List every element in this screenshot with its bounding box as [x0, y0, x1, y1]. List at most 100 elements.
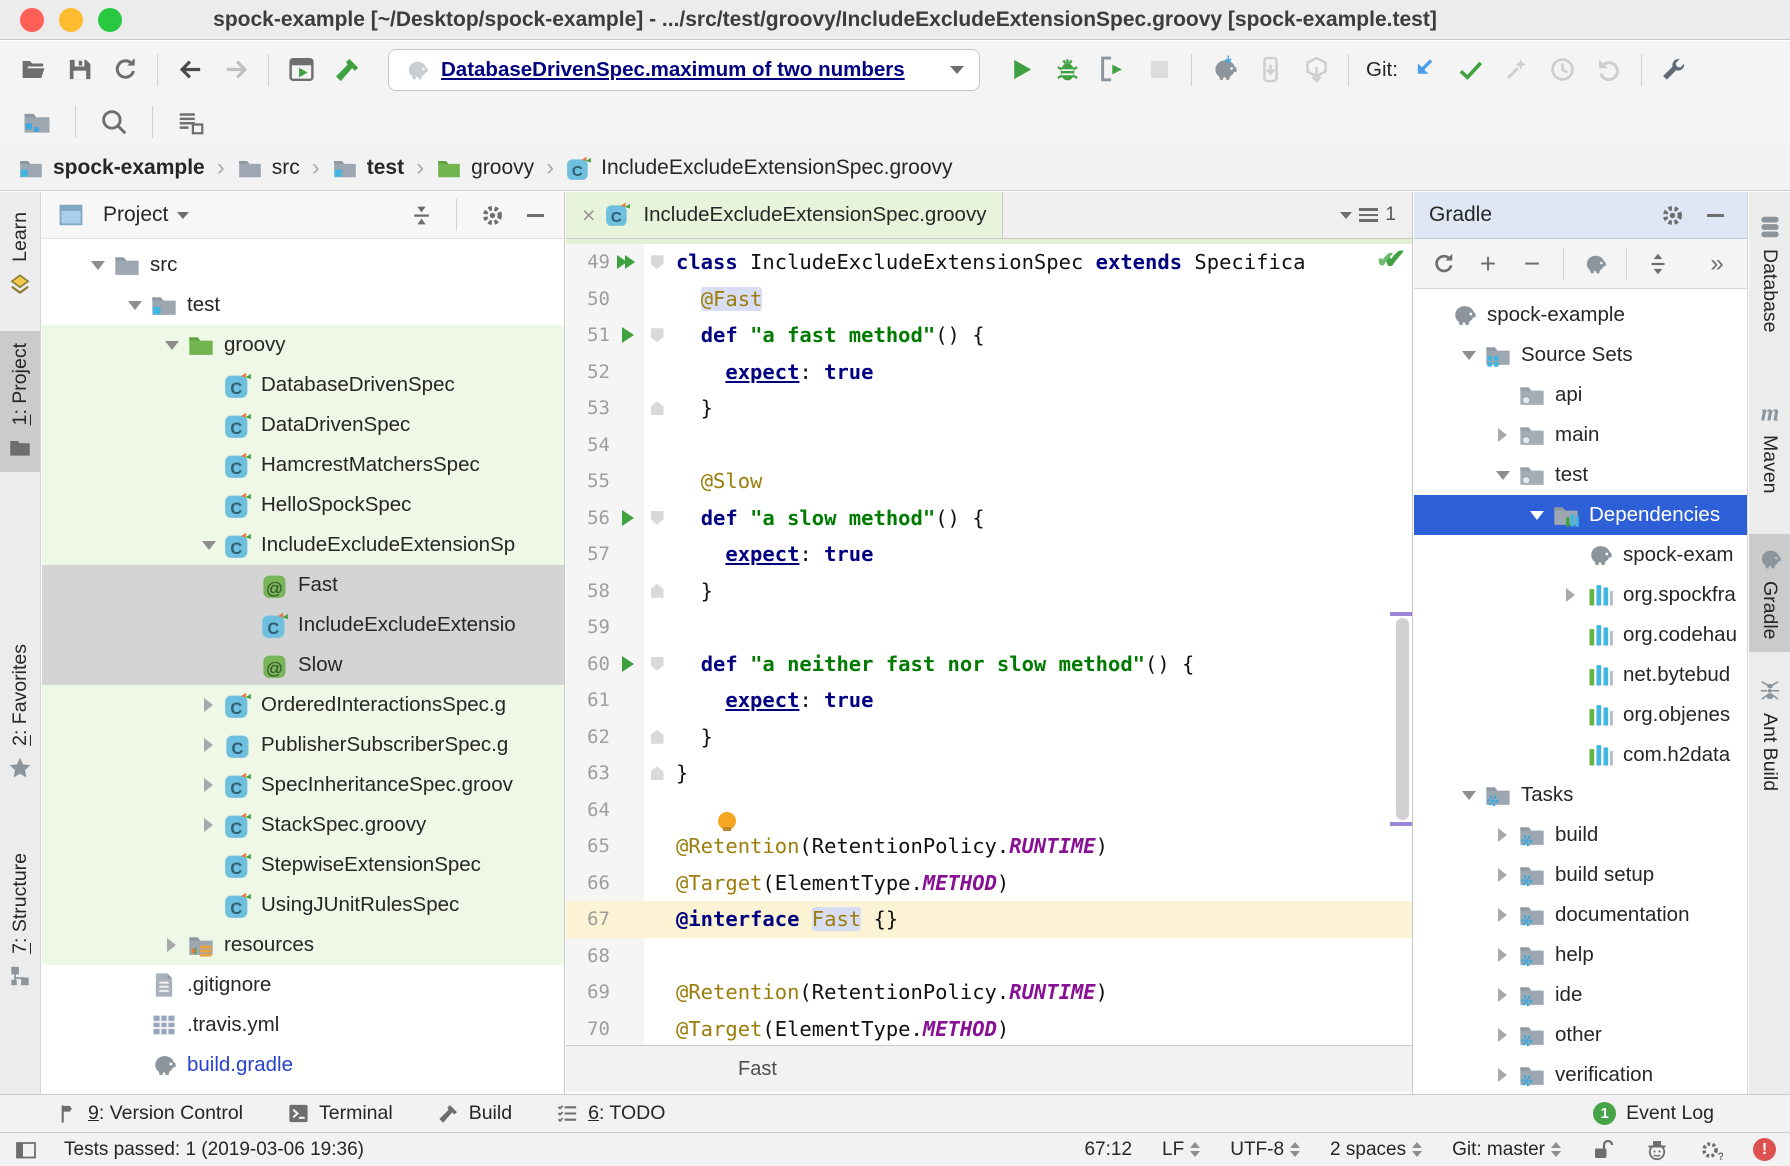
git-update-button[interactable] [1402, 48, 1448, 92]
project-tree-row[interactable]: CHamcrestMatchersSpec [42, 445, 564, 485]
gradle-tree-row[interactable]: help [1414, 935, 1747, 975]
line-ending-widget[interactable]: LF [1162, 1139, 1200, 1161]
sync-button[interactable] [1422, 243, 1466, 285]
code-line[interactable]: 65@Retention(RetentionPolicy.RUNTIME) [566, 828, 1412, 865]
play-button[interactable] [998, 48, 1044, 92]
tree-closed-arrow-icon[interactable] [1490, 823, 1515, 848]
code-line[interactable]: 69@Retention(RetentionPolicy.RUNTIME) [566, 974, 1412, 1011]
project-tree-row[interactable]: CStackSpec.groovy [42, 805, 564, 845]
project-tree-row[interactable]: @Fast [42, 565, 564, 605]
code-line[interactable]: 49class IncludeExcludeExtensionSpec exte… [566, 244, 1412, 281]
breadcrumb-item[interactable]: groovy [436, 155, 534, 181]
gradle-tree-row[interactable]: build [1414, 815, 1747, 855]
code-area[interactable]: 49class IncludeExcludeExtensionSpec exte… [566, 244, 1412, 1045]
code-line[interactable]: 70@Target(ElementType.METHOD) [566, 1011, 1412, 1046]
tree-closed-arrow-icon[interactable] [196, 813, 221, 838]
breadcrumb-item[interactable]: spock-example [18, 155, 205, 181]
save-button[interactable] [56, 48, 102, 92]
code-line[interactable]: 57 expect: true [566, 536, 1412, 573]
add-button[interactable]: + [1466, 243, 1510, 285]
expand-all-button[interactable] [1636, 243, 1680, 285]
code-line[interactable]: 58 } [566, 573, 1412, 610]
code-line[interactable]: 50 @Fast [566, 281, 1412, 318]
tab-list-dropdown-icon[interactable] [1340, 212, 1352, 219]
sidebar-tab-gradle[interactable]: Gradle [1749, 534, 1790, 652]
tree-closed-arrow-icon[interactable] [1558, 583, 1583, 608]
project-tree-row[interactable]: CDatabaseDrivenSpec [42, 365, 564, 405]
gradle-tree-row[interactable]: com.h2data [1414, 735, 1747, 775]
sidebar-tab-learn[interactable]: Learn [0, 200, 40, 309]
gradle-run-button[interactable] [1201, 48, 1247, 92]
gradle-settings-button[interactable] [1655, 198, 1689, 232]
hide-panel-button[interactable] [518, 198, 552, 232]
fold-marker-icon[interactable] [644, 730, 670, 744]
breadcrumb-item[interactable]: src [237, 155, 300, 181]
tree-open-arrow-icon[interactable] [122, 293, 147, 318]
run-test-icon[interactable] [610, 510, 642, 526]
sourcesets-button[interactable] [8, 101, 66, 143]
code-line[interactable]: 54 [566, 427, 1412, 464]
tree-open-arrow-icon[interactable] [1490, 463, 1515, 488]
hammer-green-button[interactable] [324, 48, 370, 92]
code-line[interactable]: 59 [566, 609, 1412, 646]
gradle-tree-row[interactable]: test [1414, 455, 1747, 495]
code-line[interactable]: 51 def "a fast method"() { [566, 317, 1412, 354]
gradle-tree-row[interactable]: Dependencies [1414, 495, 1747, 535]
gradle-tree-row[interactable]: api [1414, 375, 1747, 415]
tree-closed-arrow-icon[interactable] [1490, 423, 1515, 448]
tab-list-icon[interactable] [1359, 208, 1378, 222]
tree-closed-arrow-icon[interactable] [1490, 1063, 1515, 1088]
close-window-button[interactable] [20, 8, 44, 32]
project-tree-row[interactable]: .gitignore [42, 965, 564, 1005]
gradle-tree-row[interactable]: org.codehau [1414, 615, 1747, 655]
fold-marker-icon[interactable] [644, 328, 670, 342]
toolwindow-button-build[interactable]: Build [437, 1102, 512, 1125]
tree-closed-arrow-icon[interactable] [1490, 903, 1515, 928]
tree-closed-arrow-icon[interactable] [159, 933, 184, 958]
gear-question-icon[interactable]: ? [1699, 1138, 1723, 1162]
run-window-button[interactable] [278, 48, 324, 92]
highlighting-level-icon[interactable] [1645, 1138, 1669, 1162]
tree-open-arrow-icon[interactable] [196, 533, 221, 558]
open-button[interactable] [10, 48, 56, 92]
gradle-tree-row[interactable]: spock-exam [1414, 535, 1747, 575]
code-line[interactable]: 64 [566, 792, 1412, 829]
project-tree-row[interactable]: @Slow [42, 645, 564, 685]
indent-widget[interactable]: 2 spaces [1330, 1139, 1422, 1161]
project-panel-title[interactable]: Project [103, 203, 168, 227]
sidebar-tab-ant-build[interactable]: Ant Build [1749, 666, 1790, 803]
close-tab-icon[interactable]: × [582, 204, 595, 227]
gradle-tree-row[interactable]: net.bytebud [1414, 655, 1747, 695]
gradle-tree-row[interactable]: other [1414, 1015, 1747, 1055]
code-line[interactable]: 52 expect: true [566, 354, 1412, 391]
error-indicator-icon[interactable]: ! [1753, 1138, 1776, 1161]
code-line[interactable]: 60 def "a neither fast nor slow method"(… [566, 646, 1412, 683]
project-tree-row[interactable]: src [42, 245, 564, 285]
run-configuration-combo[interactable]: DatabaseDrivenSpec.maximum of two number… [388, 49, 980, 91]
intention-lightbulb-icon[interactable] [718, 812, 736, 830]
sidebar-tab-maven[interactable]: mMaven [1749, 388, 1790, 506]
code-line[interactable]: 62 } [566, 719, 1412, 756]
coverage-button[interactable] [1090, 48, 1136, 92]
gradle-button[interactable] [1573, 243, 1617, 285]
fold-marker-icon[interactable] [644, 401, 670, 415]
code-line[interactable]: 66@Target(ElementType.METHOD) [566, 865, 1412, 902]
gradle-tree-row[interactable]: main [1414, 415, 1747, 455]
project-tree-row[interactable]: test [42, 285, 564, 325]
project-tree-row[interactable]: resources [42, 925, 564, 965]
gradle-tree-row[interactable]: org.objenes [1414, 695, 1747, 735]
search-button[interactable] [85, 101, 143, 143]
event-log-button[interactable]: 1Event Log [1593, 1102, 1714, 1125]
tree-open-arrow-icon[interactable] [1524, 503, 1549, 528]
git-branch-widget[interactable]: Git: master [1452, 1139, 1561, 1161]
tree-closed-arrow-icon[interactable] [1490, 983, 1515, 1008]
sync-button[interactable] [102, 48, 148, 92]
tree-closed-arrow-icon[interactable] [1490, 1023, 1515, 1048]
tree-open-arrow-icon[interactable] [85, 253, 110, 278]
gradle-tree-row[interactable]: org.spockfra [1414, 575, 1747, 615]
fold-marker-icon[interactable] [644, 766, 670, 780]
run-test-icon[interactable] [610, 656, 642, 672]
project-tree-row[interactable]: CDataDrivenSpec [42, 405, 564, 445]
project-tree-row[interactable]: CHelloSpockSpec [42, 485, 564, 525]
git-commit-button[interactable] [1448, 48, 1494, 92]
